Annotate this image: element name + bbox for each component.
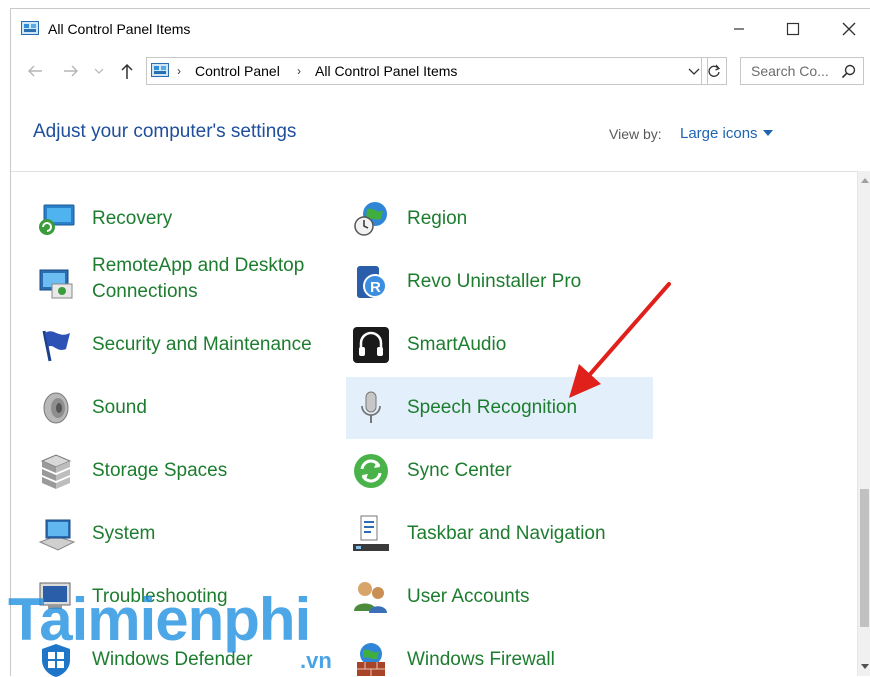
storage-icon	[40, 454, 72, 489]
item-security-maintenance[interactable]: Security and Maintenance	[36, 314, 336, 376]
chevron-down-icon	[94, 68, 104, 74]
breadcrumb-control-panel[interactable]: Control Panel	[195, 63, 280, 79]
flag-icon	[42, 330, 70, 362]
taskbar-icon	[353, 515, 389, 551]
item-label-line2: Connections	[92, 281, 198, 302]
control-panel-icon	[151, 63, 169, 77]
maximize-icon	[786, 22, 800, 36]
chevron-down-icon[interactable]	[688, 67, 700, 76]
item-label: Security and Maintenance	[92, 334, 312, 355]
recovery-icon	[39, 204, 75, 235]
navigation-bar: › Control Panel › All Control Panel Item…	[11, 55, 870, 89]
view-by-label: View by:	[609, 126, 662, 142]
item-label: Sound	[92, 397, 147, 418]
item-label: User Accounts	[407, 586, 530, 607]
item-label: Recovery	[92, 208, 173, 229]
back-button[interactable]	[25, 61, 45, 81]
up-button[interactable]	[117, 61, 137, 81]
view-by-dropdown[interactable]: Large icons	[680, 125, 758, 142]
item-remoteapp[interactable]: RemoteApp and Desktop Connections	[36, 251, 336, 313]
vertical-scrollbar[interactable]	[857, 171, 870, 676]
back-arrow-icon	[28, 65, 42, 77]
control-panel-icon	[21, 21, 39, 35]
item-windows-firewall[interactable]: Windows Firewall	[351, 629, 651, 677]
item-taskbar-navigation[interactable]: Taskbar and Navigation	[351, 503, 651, 565]
watermark-suffix: .vn	[300, 648, 332, 673]
item-user-accounts[interactable]: User Accounts	[351, 566, 651, 628]
item-label: Taskbar and Navigation	[407, 523, 606, 544]
remoteapp-icon	[39, 269, 73, 299]
firewall-icon	[357, 643, 385, 676]
scroll-down-icon[interactable]	[861, 664, 869, 670]
item-sync-center[interactable]: Sync Center	[351, 440, 651, 502]
refresh-button[interactable]	[701, 57, 727, 85]
headphones-icon	[353, 327, 389, 363]
item-label: Sync Center	[407, 460, 512, 481]
speaker-icon	[43, 392, 69, 424]
window-title: All Control Panel Items	[48, 21, 191, 37]
search-placeholder: Search Co...	[751, 63, 829, 79]
minimize-icon	[734, 28, 744, 30]
scrollbar-thumb[interactable]	[860, 489, 869, 627]
item-sound[interactable]: Sound	[36, 377, 336, 439]
page-title: Adjust your computer's settings	[33, 121, 297, 142]
system-icon	[38, 519, 76, 551]
item-label: System	[92, 523, 156, 544]
search-icon[interactable]	[841, 64, 856, 79]
dropdown-caret-icon[interactable]	[763, 130, 773, 136]
forward-button[interactable]	[61, 61, 81, 81]
address-bar[interactable]: › Control Panel › All Control Panel Item…	[146, 57, 708, 85]
item-label: Windows Firewall	[407, 649, 555, 670]
item-region[interactable]: Region	[351, 188, 651, 250]
chevron-right-icon: ›	[177, 64, 181, 78]
forward-arrow-icon	[64, 65, 78, 77]
revo-icon: R	[357, 266, 387, 298]
title-bar: All Control Panel Items	[11, 9, 870, 49]
minimize-button[interactable]	[717, 13, 761, 45]
maximize-button[interactable]	[771, 13, 815, 45]
scroll-up-icon[interactable]	[861, 177, 869, 183]
item-label: SmartAudio	[407, 334, 507, 355]
item-storage-spaces[interactable]: Storage Spaces	[36, 440, 336, 502]
breadcrumb-all-items[interactable]: All Control Panel Items	[315, 63, 457, 79]
search-input[interactable]: Search Co...	[740, 57, 864, 85]
control-panel-window: All Control Panel Items › Control Panel …	[10, 8, 870, 677]
chevron-right-icon: ›	[297, 64, 301, 78]
sync-icon	[354, 454, 388, 488]
item-label-line1: RemoteApp and Desktop	[92, 255, 305, 276]
recent-locations-button[interactable]	[93, 61, 105, 81]
globe-clock-icon	[354, 202, 387, 236]
up-arrow-icon	[121, 63, 133, 79]
users-icon	[354, 582, 387, 613]
close-icon	[842, 22, 856, 36]
close-button[interactable]	[827, 13, 870, 45]
item-recovery[interactable]: Recovery	[36, 188, 336, 250]
refresh-icon	[708, 64, 721, 77]
item-system[interactable]: System	[36, 503, 336, 565]
microphone-icon	[361, 391, 381, 423]
annotation-arrow	[569, 282, 671, 398]
svg-text:R: R	[370, 279, 381, 296]
watermark-logo: Taimienphi	[8, 586, 311, 653]
item-label: Storage Spaces	[92, 460, 228, 481]
item-label: Region	[407, 208, 468, 229]
